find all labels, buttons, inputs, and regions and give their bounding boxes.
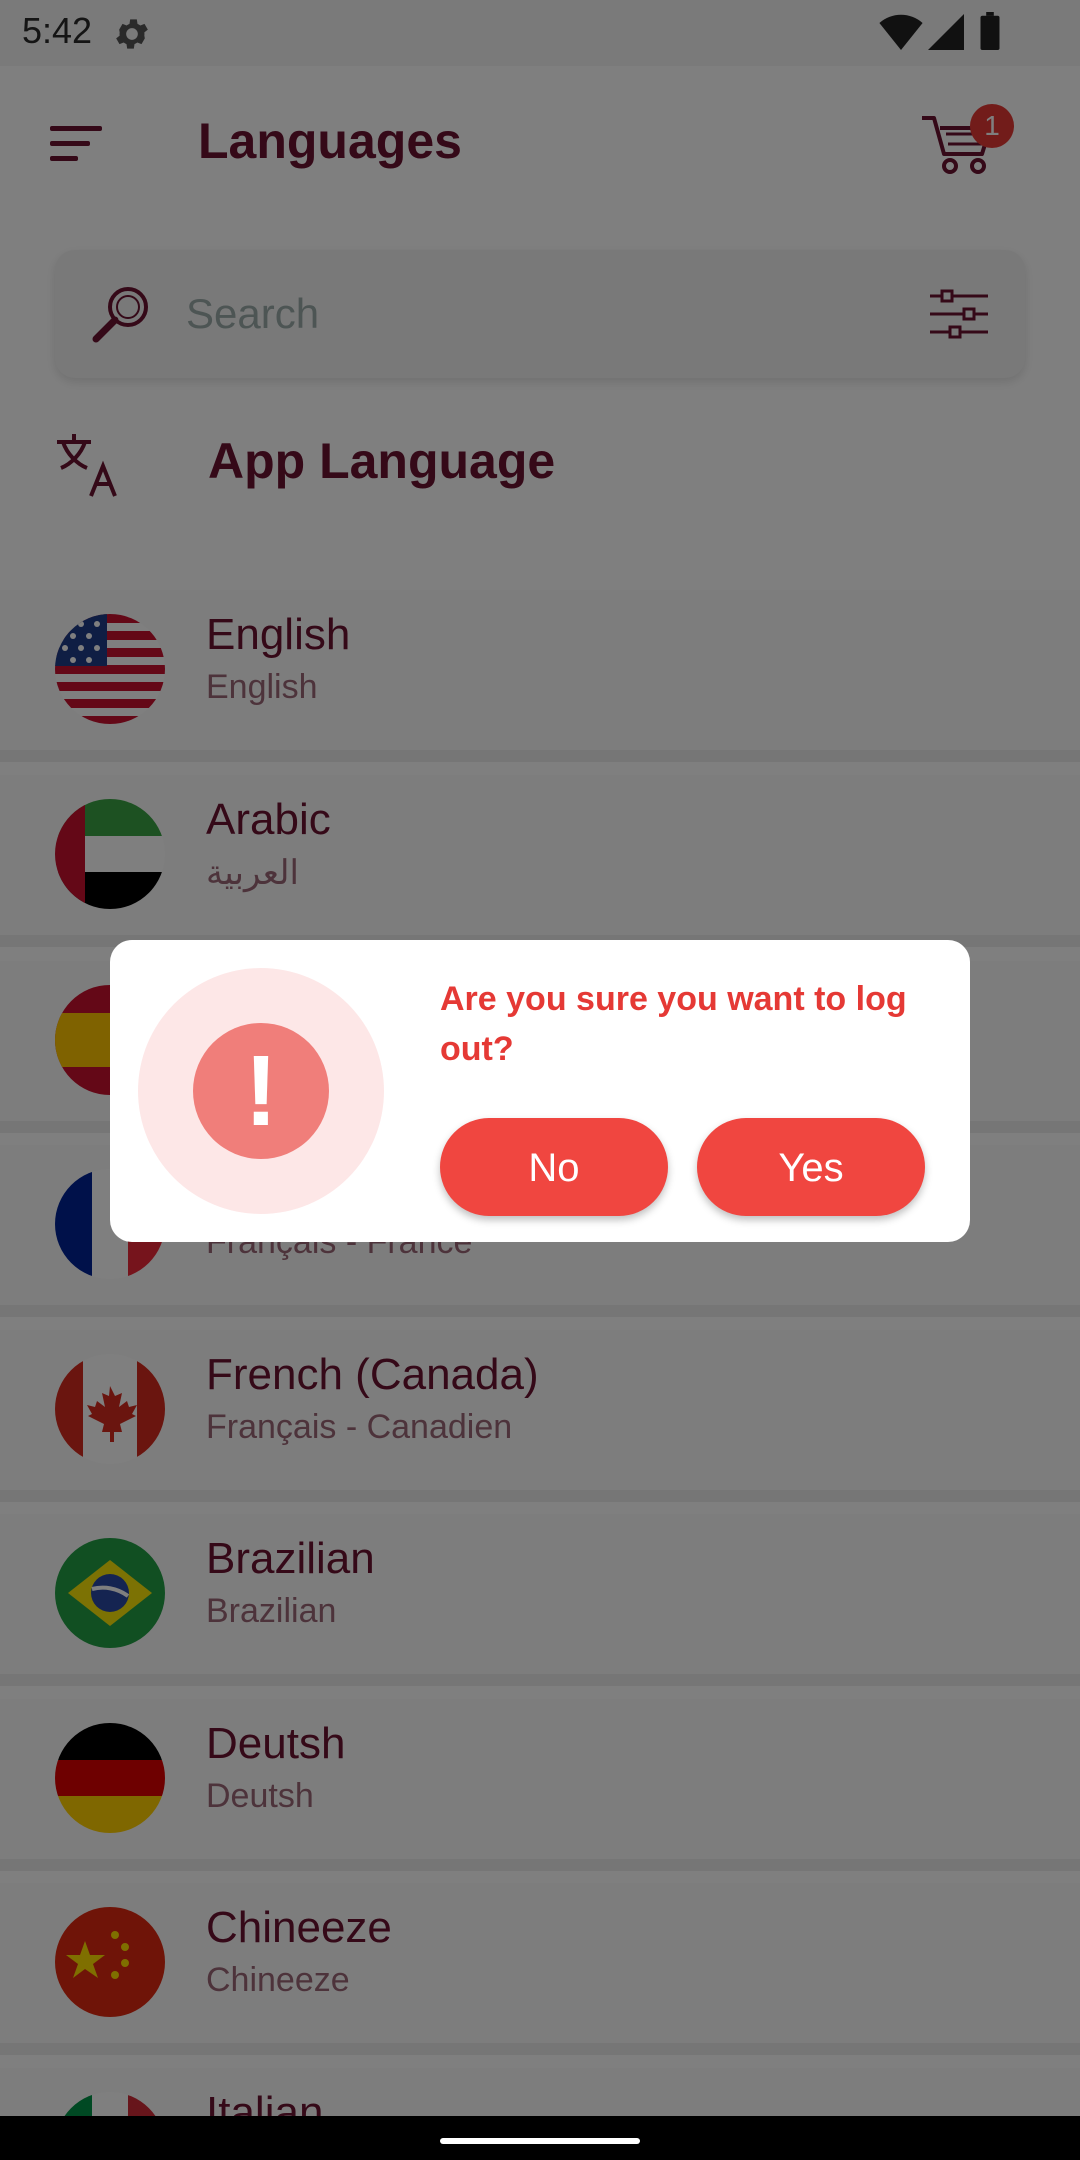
exclamation-icon: ! xyxy=(193,1023,329,1159)
yes-button[interactable]: Yes xyxy=(697,1118,925,1216)
home-indicator[interactable] xyxy=(440,2138,640,2144)
no-button[interactable]: No xyxy=(440,1118,668,1216)
dialog-message: Are you sure you want to log out? xyxy=(440,980,907,1068)
